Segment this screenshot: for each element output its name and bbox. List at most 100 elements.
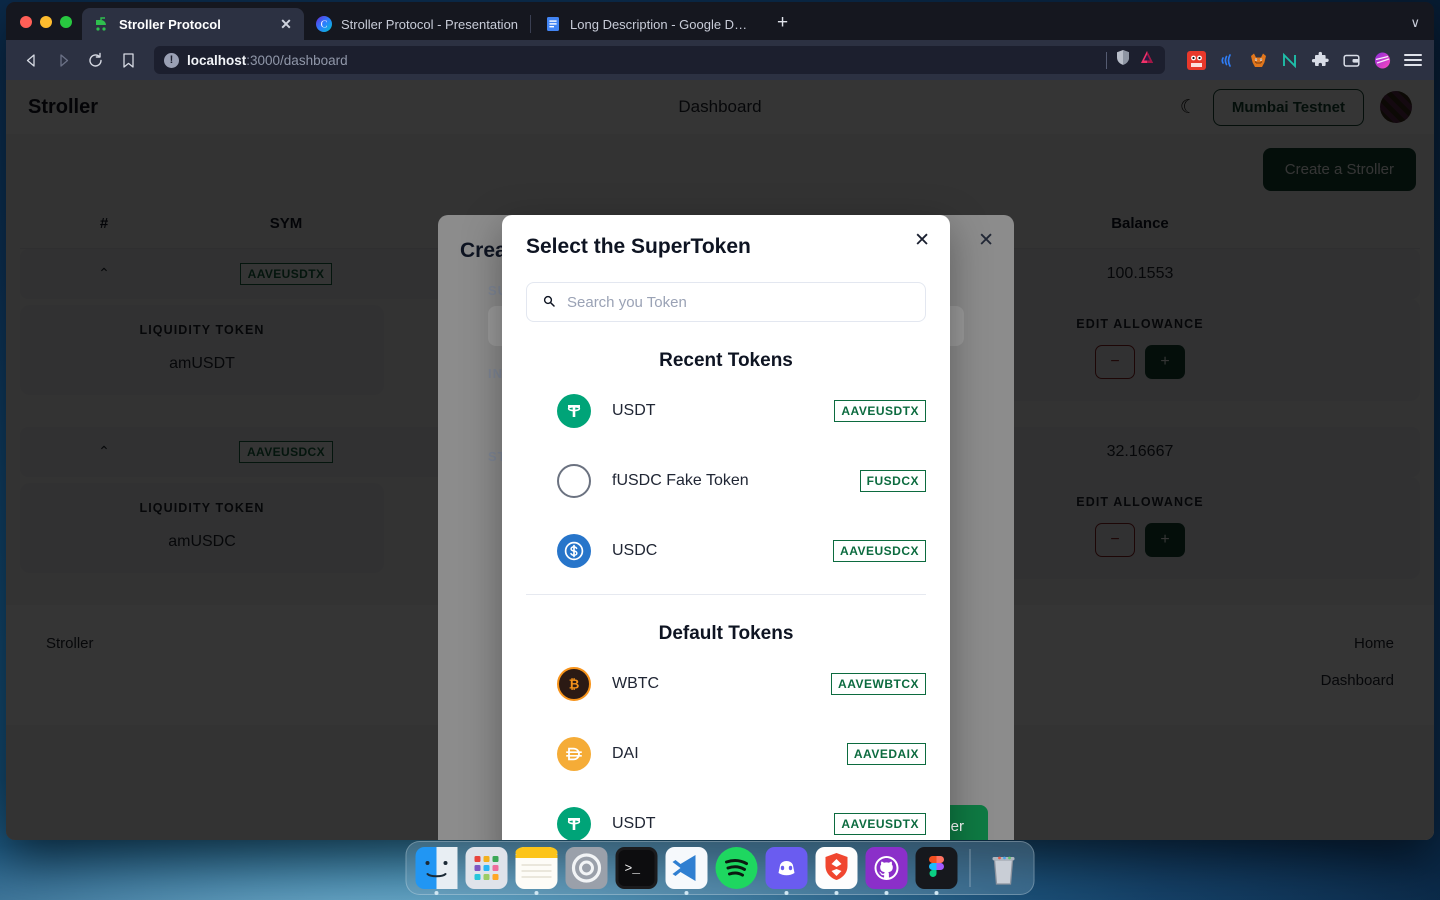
- canva-icon: C: [316, 16, 332, 32]
- token-symbol-badge: AAVEUSDTX: [834, 813, 926, 835]
- browser-tab-title: Stroller Protocol: [119, 17, 221, 32]
- token-name: DAI: [612, 745, 639, 763]
- url-path: :3000/dashboard: [246, 53, 347, 68]
- url-divider: [1106, 52, 1107, 69]
- stroller-icon: [94, 16, 110, 32]
- browser-tab-stroller-protocol[interactable]: Stroller Protocol ✕: [82, 8, 304, 40]
- google-docs-icon: [545, 16, 561, 32]
- running-indicator: [685, 891, 689, 895]
- macos-dock: >_: [406, 841, 1035, 895]
- svg-text:C: C: [321, 20, 328, 31]
- walletconnect-icon[interactable]: [1218, 51, 1237, 70]
- list-item[interactable]: USDT AAVEUSDTX: [526, 789, 926, 840]
- rabby-wallet-icon[interactable]: [1373, 51, 1392, 70]
- finder-icon[interactable]: [416, 847, 458, 889]
- new-tab-button[interactable]: +: [763, 13, 802, 40]
- token-name: WBTC: [612, 675, 659, 693]
- metamask-icon[interactable]: [1249, 51, 1268, 70]
- usdt-logo-icon: [557, 807, 591, 840]
- list-item[interactable]: USDT AAVEUSDTX: [526, 376, 926, 446]
- close-icon[interactable]: ✕: [914, 231, 930, 250]
- chevron-down-icon[interactable]: ∨: [1410, 15, 1420, 31]
- brave-leo-icon[interactable]: [1139, 49, 1155, 71]
- maximize-window-button[interactable]: [60, 16, 72, 28]
- usdc-logo-icon: [557, 534, 591, 568]
- recent-tokens-list: USDT AAVEUSDTX fUSDC Fake Token FUSDCX U…: [502, 376, 950, 586]
- close-tab-button[interactable]: ✕: [278, 16, 294, 32]
- svg-text:₿: ₿: [569, 677, 580, 692]
- extensions-puzzle-icon[interactable]: [1311, 51, 1330, 70]
- browser-tab-strip: Stroller Protocol ✕ C Stroller Protocol …: [6, 2, 1434, 40]
- brave-wallet-icon[interactable]: [1342, 51, 1361, 70]
- token-name: USDC: [612, 542, 657, 560]
- terminal-icon[interactable]: >_: [616, 847, 658, 889]
- trash-icon[interactable]: [983, 847, 1025, 889]
- token-symbol-badge: AAVEWBTCX: [831, 673, 926, 695]
- running-indicator: [935, 891, 939, 895]
- browser-tab-presentation[interactable]: C Stroller Protocol - Presentation: [304, 8, 528, 40]
- settings-icon[interactable]: [566, 847, 608, 889]
- near-wallet-icon[interactable]: [1280, 51, 1299, 70]
- bookmark-icon[interactable]: [114, 52, 142, 69]
- browser-menu-icon[interactable]: [1404, 54, 1422, 66]
- list-item[interactable]: ₿ WBTC AAVEWBTCX: [526, 649, 926, 719]
- browser-window: Stroller Protocol ✕ C Stroller Protocol …: [6, 2, 1434, 840]
- section-divider: [526, 594, 926, 595]
- modal-title: Select the SuperToken: [502, 215, 950, 259]
- reload-button[interactable]: [82, 47, 108, 73]
- list-item[interactable]: USDC AAVEUSDCX: [526, 516, 926, 586]
- token-name: fUSDC Fake Token: [612, 472, 749, 490]
- github-icon[interactable]: [866, 847, 908, 889]
- running-indicator: [435, 891, 439, 895]
- token-name: USDT: [612, 815, 656, 833]
- browser-tab-title: Stroller Protocol - Presentation: [341, 17, 518, 32]
- select-supertoken-modal: Select the SuperToken ✕ Recent Tokens: [502, 215, 950, 840]
- search-input[interactable]: [567, 294, 909, 311]
- search-box[interactable]: [526, 282, 926, 322]
- url-text: localhost:3000/dashboard: [187, 53, 1098, 68]
- site-info-icon[interactable]: !: [164, 53, 179, 68]
- empty-logo-icon: [557, 464, 591, 498]
- brave-icon[interactable]: [816, 847, 858, 889]
- running-indicator: [885, 891, 889, 895]
- notes-icon[interactable]: [516, 847, 558, 889]
- default-tokens-list: ₿ WBTC AAVEWBTCX DAI AAVEDAIX: [502, 649, 950, 840]
- list-item[interactable]: fUSDC Fake Token FUSDCX: [526, 446, 926, 516]
- section-heading-default: Default Tokens: [502, 623, 950, 645]
- running-indicator: [785, 891, 789, 895]
- extensions-bar: [1177, 51, 1422, 70]
- spotify-icon[interactable]: [716, 847, 758, 889]
- browser-toolbar: ! localhost:3000/dashboard: [6, 40, 1434, 80]
- screen: Stroller Protocol ✕ C Stroller Protocol …: [0, 0, 1440, 900]
- list-item[interactable]: DAI AAVEDAIX: [526, 719, 926, 789]
- address-bar[interactable]: ! localhost:3000/dashboard: [154, 46, 1165, 74]
- usdt-logo-icon: [557, 394, 591, 428]
- token-symbol-badge: AAVEUSDTX: [834, 400, 926, 422]
- url-host: localhost: [187, 53, 246, 68]
- svg-text:>_: >_: [625, 861, 641, 876]
- launchpad-icon[interactable]: [466, 847, 508, 889]
- close-icon[interactable]: ✕: [978, 229, 994, 252]
- discord-icon[interactable]: [766, 847, 808, 889]
- minimize-window-button[interactable]: [40, 16, 52, 28]
- dai-logo-icon: [557, 737, 591, 771]
- forward-button[interactable]: [50, 47, 76, 73]
- token-symbol-badge: AAVEDAIX: [847, 743, 926, 765]
- close-window-button[interactable]: [20, 16, 32, 28]
- section-heading-recent: Recent Tokens: [502, 350, 950, 372]
- phantom-wallet-icon[interactable]: [1187, 51, 1206, 70]
- app-page: Stroller Dashboard ☾ Mumbai Testnet Crea…: [6, 80, 1434, 840]
- figma-icon[interactable]: [916, 847, 958, 889]
- browser-tab-title: Long Description - Google Docs: [570, 17, 753, 32]
- running-indicator: [535, 891, 539, 895]
- brave-shields-icon[interactable]: [1115, 49, 1131, 71]
- browser-tab-google-docs[interactable]: Long Description - Google Docs: [533, 8, 763, 40]
- tab-separator: [530, 15, 531, 33]
- token-symbol-badge: AAVEUSDCX: [833, 540, 926, 562]
- token-name: USDT: [612, 402, 656, 420]
- back-button[interactable]: [18, 47, 44, 73]
- window-traffic-lights[interactable]: [6, 16, 82, 40]
- dock-separator: [970, 849, 971, 887]
- vscode-icon[interactable]: [666, 847, 708, 889]
- token-symbol-badge: FUSDCX: [860, 470, 926, 492]
